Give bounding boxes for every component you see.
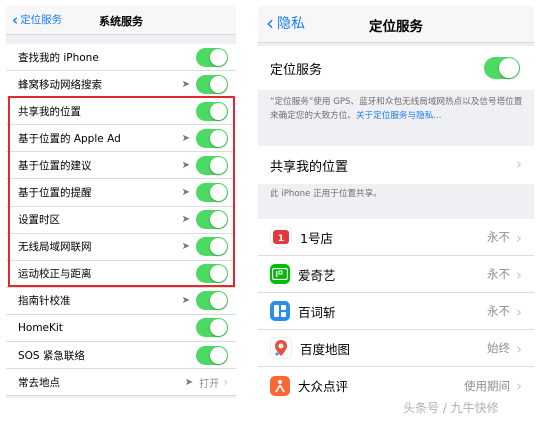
location-arrow-icon: ➤ <box>181 78 190 90</box>
app-name: 百词斩 <box>298 304 336 320</box>
location-arrow-icon: ➤ <box>181 214 190 226</box>
location-arrow-icon: ➤ <box>181 295 190 307</box>
services-list: 查找我的 iPhone 蜂窝移动网络搜索 ➤ 共享我的位置 基于位置的 Appl… <box>6 44 236 397</box>
chevron-right-icon: › <box>516 303 522 321</box>
chevron-right-icon: › <box>516 229 522 247</box>
row-find-my-iphone[interactable]: 查找我的 iPhone <box>6 44 236 72</box>
page-title: 定位服务 <box>369 19 423 35</box>
cellular-search-toggle[interactable] <box>196 74 228 94</box>
row-label: 基于位置的建议 <box>18 159 92 172</box>
location-arrow-icon: ➤ <box>184 376 194 388</box>
location-services-row[interactable]: 定位服务 <box>258 46 534 90</box>
alerts-toggle[interactable] <box>196 183 228 203</box>
row-value: 打开 <box>199 378 220 390</box>
row-cellular-search[interactable]: 蜂窝移动网络搜索 ➤ <box>6 71 236 99</box>
row-label: HomeKit <box>18 321 63 334</box>
apple-ads-toggle[interactable] <box>196 128 228 148</box>
app-row-yhd[interactable]: 1 1号店 永不 › <box>258 219 534 256</box>
chevron-right-icon: › <box>516 377 522 395</box>
apps-list: 1 1号店 永不 › 爱奇艺 永不 › 百词斩 永不 › 百度地图 始终 › 大… <box>258 219 534 402</box>
baicizhan-icon <box>270 301 290 321</box>
privacy-link[interactable]: 关于定位服务与隐私... <box>356 111 442 121</box>
row-time-zone[interactable]: 设置时区 ➤ <box>6 207 236 234</box>
row-homekit[interactable]: HomeKit <box>6 315 236 343</box>
chevron-right-icon: › <box>516 340 522 358</box>
chevron-right-icon: › <box>516 266 522 284</box>
row-label: 基于位置的提醒 <box>18 187 92 200</box>
row-label: 常去地点 <box>18 376 60 389</box>
app-name: 大众点评 <box>298 379 349 394</box>
page-title: 系统服务 <box>99 15 143 28</box>
emergency-sos-toggle[interactable] <box>196 345 228 365</box>
row-label: 蜂窝移动网络搜索 <box>18 78 102 91</box>
iqiyi-icon <box>270 264 290 284</box>
nav-bar: ‹ 隐私 定位服务 <box>258 6 534 43</box>
dianping-icon <box>270 375 290 396</box>
row-label: 运动校正与距离 <box>18 268 92 281</box>
app-row-baicizhan[interactable]: 百词斩 永不 › <box>258 293 534 330</box>
yhd-icon: 1 <box>270 226 292 248</box>
location-services-toggle[interactable] <box>484 57 520 79</box>
compass-calibration-toggle[interactable] <box>196 291 228 311</box>
motion-calibration-toggle[interactable] <box>196 264 228 284</box>
chevron-right-icon: › <box>223 375 228 390</box>
app-row-dianping[interactable]: 大众点评 使用期间 › <box>258 367 534 402</box>
share-location-row[interactable]: 共享我的位置 › <box>258 146 534 184</box>
homekit-toggle[interactable] <box>196 318 228 338</box>
wifi-networking-toggle[interactable] <box>196 237 228 257</box>
app-permission: 使用期间 <box>464 378 510 393</box>
row-label: 基于位置的 Apple Ad <box>18 132 121 145</box>
app-row-baidu-map[interactable]: 百度地图 始终 › <box>258 330 534 367</box>
share-location-description: 此 iPhone 正用于位置共享。 <box>270 189 382 199</box>
location-arrow-icon: ➤ <box>181 187 190 199</box>
nav-bar: ‹ 定位服务 系统服务 <box>6 6 236 35</box>
location-arrow-icon: ➤ <box>181 132 190 144</box>
share-location-label: 共享我的位置 <box>270 159 349 175</box>
location-services-label: 定位服务 <box>270 62 323 78</box>
app-name: 爱奇艺 <box>298 267 336 283</box>
location-arrow-icon: ➤ <box>181 159 190 171</box>
watermark: 头条号 / 九牛快修 <box>403 401 499 415</box>
row-apple-ads[interactable]: 基于位置的 Apple Ad ➤ <box>6 125 236 153</box>
row-alerts[interactable]: 基于位置的提醒 ➤ <box>6 179 236 207</box>
suggestions-toggle[interactable] <box>196 155 228 175</box>
row-emergency-sos[interactable]: SOS 紧急联络 <box>6 342 236 370</box>
app-permission: 始终 <box>487 341 510 355</box>
row-label: 设置时区 <box>18 214 60 227</box>
row-wifi-networking[interactable]: 无线局域网联网 ➤ <box>6 234 236 261</box>
system-services-screen: ‹ 定位服务 系统服务 查找我的 iPhone 蜂窝移动网络搜索 ➤ 共享我的位… <box>6 6 236 398</box>
app-name: 百度地图 <box>300 341 351 357</box>
row-label: 无线局域网联网 <box>18 241 92 254</box>
find-my-iphone-toggle[interactable] <box>196 47 228 67</box>
app-permission: 永不 <box>487 267 510 281</box>
svg-text:1: 1 <box>278 234 284 244</box>
row-label: SOS 紧急联络 <box>18 349 85 362</box>
app-permission: 永不 <box>487 304 510 318</box>
app-permission: 永不 <box>487 230 510 244</box>
share-location-toggle[interactable] <box>196 101 228 121</box>
time-zone-toggle[interactable] <box>196 210 228 230</box>
app-name: 1号店 <box>300 230 333 246</box>
baidu-map-icon <box>270 337 292 359</box>
row-motion-calibration[interactable]: 运动校正与距离 <box>6 261 236 288</box>
app-row-iqiyi[interactable]: 爱奇艺 永不 › <box>258 256 534 293</box>
location-services-screen: ‹ 隐私 定位服务 定位服务 “定位服务”使用 GPS、蓝牙和众包无线局域网热点… <box>258 6 534 402</box>
location-arrow-icon: ➤ <box>181 241 190 253</box>
row-share-my-location[interactable]: 共享我的位置 <box>6 98 236 126</box>
row-label: 指南针校准 <box>18 295 71 308</box>
chevron-right-icon: › <box>516 155 522 173</box>
row-significant-locations[interactable]: 常去地点 ➤ 打开 › <box>6 369 236 397</box>
row-suggestions[interactable]: 基于位置的建议 ➤ <box>6 152 236 180</box>
location-services-description: “定位服务”使用 GPS、蓝牙和众包无线局域网热点以及信号塔位置来确定您的大致方… <box>270 95 525 123</box>
row-label: 共享我的位置 <box>18 105 81 118</box>
row-label: 查找我的 iPhone <box>18 51 99 64</box>
row-compass-calibration[interactable]: 指南针校准 ➤ <box>6 288 236 315</box>
